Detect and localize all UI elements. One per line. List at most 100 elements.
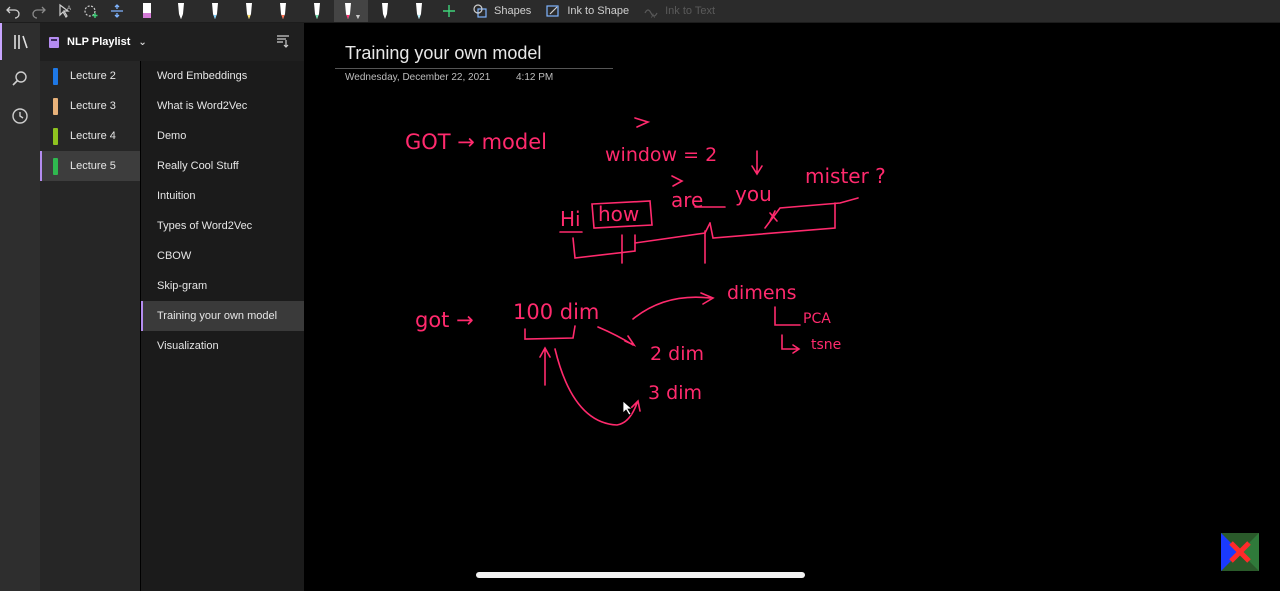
pen-icon [178,3,184,19]
ink-text-pca: PCA [803,311,831,327]
section-label: Lecture 3 [70,100,116,112]
pen-3-button[interactable] [198,0,232,22]
page-label: Really Cool Stuff [157,160,239,172]
pen-icon [280,3,286,19]
search-icon [12,70,27,86]
page-label: CBOW [157,250,192,262]
ink-text-3-dim: 3 dim [648,382,702,404]
recent-button[interactable] [0,97,40,134]
page-item-visualization[interactable]: Visualization [141,331,304,361]
section-item-lecture-3[interactable]: Lecture 3 [40,91,140,121]
page-label: Demo [157,130,187,142]
pen-4-button[interactable] [232,0,266,22]
ink-to-shape-button[interactable]: Ink to Shape [541,0,639,22]
highlighter-icon [143,3,151,18]
section-color-tab [53,158,58,175]
page-label: Skip-gram [157,280,208,292]
sort-button[interactable] [276,34,290,53]
ink-text-dimens: dimens [727,282,796,304]
ink-text-are: are [671,188,703,212]
lasso-tool-button[interactable] [78,0,104,22]
ink-to-shape-icon [546,5,559,17]
notebook-name: NLP Playlist [67,36,131,48]
page-item-types-of-word2vec[interactable]: Types of Word2Vec [141,211,304,241]
pen-icon [382,3,388,19]
mouse-cursor-icon [622,400,634,416]
pen-2-button[interactable] [164,0,198,22]
pen-1-button[interactable] [130,0,164,22]
page-item-word-embeddings[interactable]: Word Embeddings [141,61,304,91]
page-label: Training your own model [157,310,278,322]
ink-tree [781,334,801,354]
plus-icon [443,5,455,17]
ink-stroke [751,150,763,176]
clock-icon [12,107,28,124]
ink-text-100-dim: 100 dim [513,300,599,324]
draw-toolbar: A ▼ Shapes Ink to Shape A Ink to Text [0,0,1280,23]
shapes-button[interactable]: Shapes [468,0,541,22]
ink-text-2-dim: 2 dim [650,343,704,365]
section-item-lecture-5[interactable]: Lecture 5 [40,151,140,181]
ink-text-got2: got → [415,308,474,332]
ink-to-text-button[interactable]: A Ink to Text [639,0,725,22]
onenote-window: A ▼ Shapes Ink to Shape A Ink to Text NL… [0,0,1280,591]
pen-icon [344,3,351,19]
ink-bracket [572,234,636,259]
pen-icon [246,3,252,19]
insert-space-icon [111,4,123,18]
page-item-skip-gram[interactable]: Skip-gram [141,271,304,301]
undo-button[interactable] [0,0,26,22]
redo-button[interactable] [26,0,52,22]
page-item-demo[interactable]: Demo [141,121,304,151]
page-item-training-your-own-model[interactable]: Training your own model [141,301,304,331]
pen-9-button[interactable] [402,0,436,22]
ink-text-mister: mister ? [805,164,886,188]
navigation-rail [0,23,40,591]
page-label: Word Embeddings [157,70,248,82]
section-item-lecture-4[interactable]: Lecture 4 [40,121,140,151]
page-list: Word Embeddings What is Word2Vec Demo Re… [141,61,304,591]
ink-to-text-label: Ink to Text [665,5,716,17]
section-label: Lecture 4 [70,130,116,142]
ink-text-you: you [735,182,772,206]
ink-to-shape-label: Ink to Shape [567,5,630,17]
pen-8-button[interactable] [368,0,402,22]
svg-text:A: A [67,6,71,12]
page-item-cbow[interactable]: CBOW [141,241,304,271]
shapes-label: Shapes [494,5,532,17]
lasso-select-icon: A [59,3,71,18]
chevron-down-icon: ▼ [354,13,362,21]
notebooks-button[interactable] [0,23,40,60]
pen-6-button[interactable] [300,0,334,22]
page-item-intuition[interactable]: Intuition [141,181,304,211]
page-item-really-cool-stuff[interactable]: Really Cool Stuff [141,151,304,181]
page-item-what-is-word2vec[interactable]: What is Word2Vec [141,91,304,121]
ink-text-window: window = 2 [605,144,717,166]
insert-space-button[interactable] [104,0,130,22]
page-label: Types of Word2Vec [157,220,253,232]
section-item-lecture-2[interactable]: Lecture 2 [40,61,140,91]
ink-to-text-icon: A [644,9,658,19]
home-indicator[interactable] [476,572,805,578]
add-pen-button[interactable] [436,0,462,22]
notebook-picker[interactable]: NLP Playlist ⌄ [40,36,147,49]
select-tool-button[interactable]: A [52,0,78,22]
page-canvas[interactable]: Training your own model Wednesday, Decem… [305,23,1280,591]
notebook-icon [49,36,59,48]
ink-bracket [709,202,836,239]
ink-drawing[interactable]: GOT → model window = 2 Hi how are you mi… [305,23,1280,591]
notebook-header: NLP Playlist ⌄ [40,23,304,61]
channel-logo-icon [1221,533,1259,571]
pen-icon [314,3,320,19]
svg-text:A: A [651,14,655,19]
ink-text-how: how [598,202,639,226]
pen-icon [212,3,218,19]
section-list: Lecture 2 Lecture 3 Lecture 4 Lecture 5 [40,61,140,591]
ink-stroke [671,175,684,187]
undo-icon [6,6,20,19]
pen-5-button[interactable] [266,0,300,22]
search-button[interactable] [0,60,40,97]
pen-7-button[interactable]: ▼ [334,0,368,22]
lasso-add-icon [84,5,98,18]
section-color-tab [53,128,58,145]
